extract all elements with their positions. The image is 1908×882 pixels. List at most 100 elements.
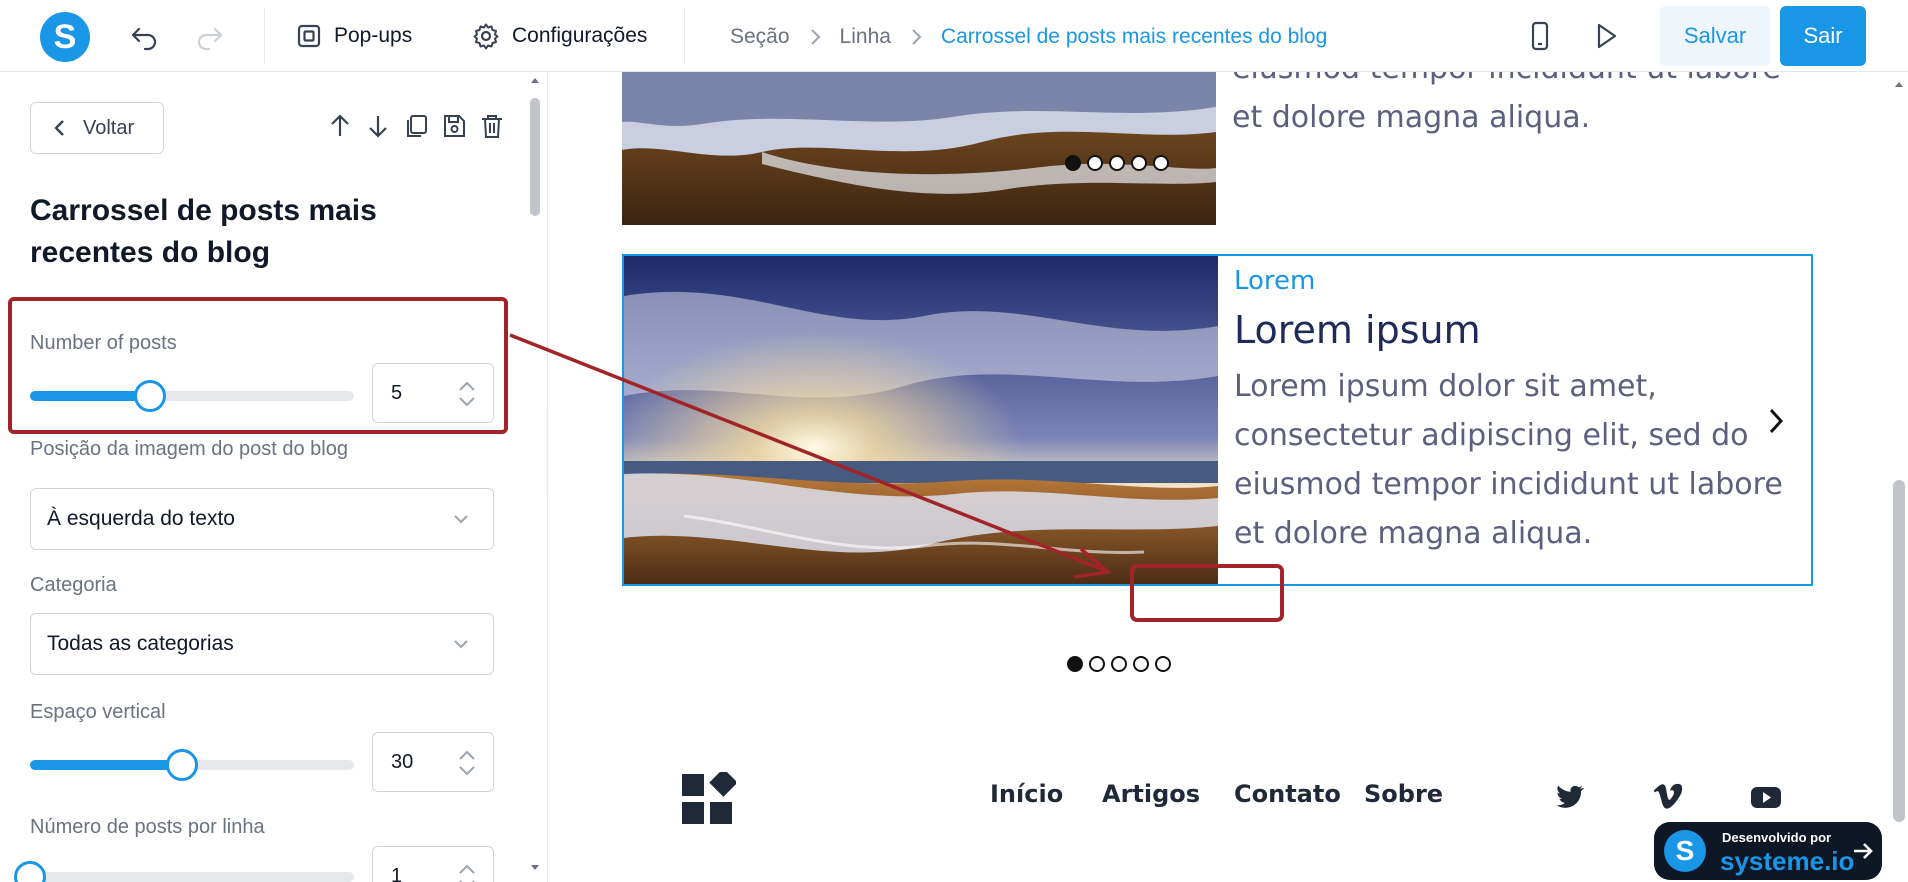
num-posts-input[interactable]: 5 [372, 363, 494, 423]
settings-label: Configurações [512, 24, 648, 47]
trash-icon[interactable] [478, 112, 506, 140]
footer-nav-articles[interactable]: Artigos [1102, 780, 1200, 808]
chevron-right-icon [810, 29, 820, 45]
post-category[interactable]: Lorem [1234, 266, 1804, 296]
blog-post-card-previous[interactable]: eiusmod tempor incididunt ut labore et d… [622, 72, 1813, 225]
footer-nav-home[interactable]: Início [990, 780, 1063, 808]
arrow-right-icon [1854, 843, 1873, 859]
vertical-space-slider[interactable] [30, 749, 354, 781]
slider-thumb[interactable] [166, 749, 199, 781]
post-text-previous: eiusmod tempor incididunt ut labore et d… [1232, 72, 1802, 142]
post-excerpt-line: consectetur adipiscing elit, sed do [1234, 418, 1749, 453]
scroll-up-icon[interactable] [1894, 80, 1904, 88]
youtube-icon[interactable] [1749, 780, 1783, 814]
breadcrumb-row[interactable]: Linha [840, 25, 891, 49]
posts-per-row-input[interactable]: 1 [372, 846, 494, 882]
exit-button[interactable]: Sair [1780, 6, 1866, 66]
settings-button[interactable]: Configurações [472, 20, 647, 52]
twitter-icon[interactable] [1552, 780, 1586, 814]
post-image-beach [622, 72, 1216, 225]
site-logo-icon[interactable] [682, 772, 736, 824]
post-excerpt-line: Lorem ipsum dolor sit amet, [1234, 369, 1657, 404]
post-title[interactable]: Lorem ipsum [1234, 308, 1804, 352]
image-position-label: Posição da imagem do post do blog [30, 438, 348, 460]
carousel-dot[interactable] [1087, 155, 1103, 171]
carousel-dot[interactable] [1133, 656, 1149, 672]
scroll-down-icon[interactable] [530, 864, 540, 872]
mobile-preview-icon[interactable] [1524, 20, 1556, 52]
footer-nav-about[interactable]: Sobre [1364, 780, 1443, 808]
image-position-value: À esquerda do texto [47, 507, 235, 530]
carousel-dot[interactable] [1109, 155, 1125, 171]
category-label: Categoria [30, 574, 117, 596]
carousel-dots[interactable] [1067, 656, 1171, 672]
scrollbar-thumb[interactable] [1893, 480, 1905, 822]
redo-icon[interactable] [194, 20, 226, 52]
move-down-icon[interactable] [364, 112, 392, 140]
canvas-scrollbar[interactable] [1890, 72, 1908, 882]
powered-by-badge[interactable]: S Desenvolvido por systeme.io [1654, 822, 1882, 880]
element-tools [326, 112, 506, 140]
duplicate-icon[interactable] [402, 112, 430, 140]
toolbar-divider [264, 8, 265, 64]
chevron-left-icon [54, 120, 64, 136]
gear-icon [473, 23, 499, 50]
stepper-icon[interactable] [457, 747, 477, 779]
popups-label: Pop-ups [334, 24, 413, 47]
chevron-down-icon [454, 640, 468, 649]
carousel-dot[interactable] [1067, 656, 1083, 672]
carousel-dot[interactable] [1131, 155, 1147, 171]
carousel-next-icon[interactable] [1766, 406, 1786, 436]
carousel-dot[interactable] [1155, 656, 1171, 672]
save-button[interactable]: Salvar [1660, 6, 1770, 66]
back-button[interactable]: Voltar [30, 102, 164, 154]
top-toolbar: S Pop-ups Configurações Seção Linha Carr… [0, 0, 1908, 72]
badge-brand: systeme.io [1720, 846, 1855, 876]
save-icon[interactable] [440, 112, 468, 140]
post-excerpt-line: eiusmod tempor incididunt ut labore [1232, 72, 1802, 93]
systeme-badge-logo: S [1664, 830, 1706, 872]
panel-title: Carrossel de posts mais recentes do blog [30, 194, 377, 269]
scrollbar-thumb[interactable] [530, 98, 540, 216]
page-canvas: eiusmod tempor incididunt ut labore et d… [549, 72, 1890, 882]
undo-icon[interactable] [128, 20, 160, 52]
stepper-icon[interactable] [457, 861, 477, 882]
stepper-icon[interactable] [457, 378, 477, 410]
breadcrumb-current[interactable]: Carrossel de posts mais recentes do blog [941, 25, 1327, 49]
image-position-select[interactable]: À esquerda do texto [30, 488, 494, 550]
systeme-logo[interactable]: S [40, 12, 90, 62]
move-up-icon[interactable] [326, 112, 354, 140]
chevron-down-icon [454, 515, 468, 524]
posts-per-row-value: 1 [391, 864, 403, 882]
vimeo-icon[interactable] [1651, 780, 1685, 814]
slider-fill [30, 760, 183, 770]
play-preview-icon[interactable] [1590, 20, 1622, 52]
carousel-dot[interactable] [1153, 155, 1169, 171]
post-text-selected: Lorem Lorem ipsum Lorem ipsum dolor sit … [1234, 266, 1804, 558]
num-posts-label: Number of posts [30, 332, 177, 354]
toolbar-divider [684, 8, 685, 64]
panel-scrollbar[interactable] [528, 72, 542, 882]
posts-per-row-label: Número de posts por linha [30, 816, 265, 838]
num-posts-value: 5 [391, 381, 403, 404]
footer-nav-contact[interactable]: Contato [1234, 780, 1341, 808]
chevron-right-icon [912, 29, 922, 45]
carousel-dot[interactable] [1065, 155, 1081, 171]
breadcrumb-section[interactable]: Seção [730, 25, 790, 49]
carousel-dot[interactable] [1089, 656, 1105, 672]
slider-thumb[interactable] [14, 861, 46, 882]
slider-thumb[interactable] [133, 380, 166, 412]
vertical-space-input[interactable]: 30 [372, 732, 494, 792]
num-posts-slider[interactable] [30, 380, 354, 412]
posts-per-row-slider[interactable] [14, 861, 354, 882]
back-label: Voltar [83, 116, 135, 139]
carousel-dot[interactable] [1111, 656, 1127, 672]
popups-button[interactable]: Pop-ups [296, 20, 412, 52]
scroll-up-icon[interactable] [530, 76, 540, 84]
blog-post-card-selected[interactable]: Lorem Lorem ipsum Lorem ipsum dolor sit … [622, 254, 1813, 672]
vertical-space-label: Espaço vertical [30, 701, 166, 723]
post-image-sunset-beach [624, 256, 1218, 584]
popup-icon [297, 24, 321, 48]
settings-panel: Voltar Carrossel de posts mais recentes … [0, 72, 548, 882]
category-select[interactable]: Todas as categorias [30, 613, 494, 675]
